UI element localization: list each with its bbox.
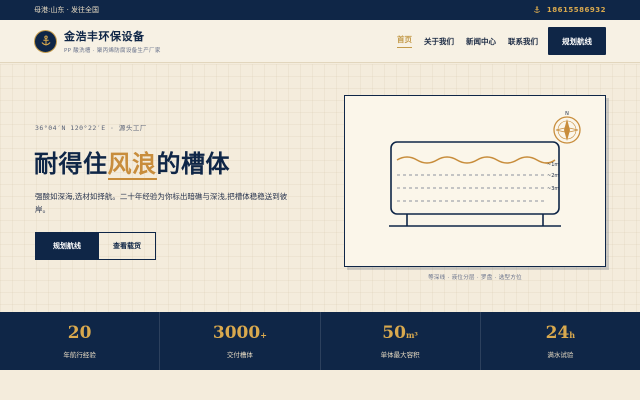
depth-label-1: ~1m xyxy=(547,162,559,168)
stat-item: 3000+ 交付槽体 xyxy=(160,312,321,370)
plan-route-button[interactable]: 规划航线 xyxy=(35,232,99,260)
footer-band xyxy=(0,370,640,400)
anchor-icon xyxy=(40,35,51,46)
stat-item: 24h 满水试验 xyxy=(481,312,640,370)
hero-section: 36°04′N 120°22′E · 源头工厂 耐得住风浪的槽体 强酸如深海,选… xyxy=(0,64,640,312)
phone-link[interactable]: 18615586932 xyxy=(533,6,606,14)
stat-label: 交付槽体 xyxy=(226,350,253,359)
brand: 金浩丰环保设备 PP 酸洗槽 · 聚丙烯防腐设备生产厂家 xyxy=(64,28,161,54)
stat-label: 单体最大容积 xyxy=(380,350,420,359)
hero-headline: 耐得住风浪的槽体 xyxy=(34,144,230,180)
brand-name[interactable]: 金浩丰环保设备 xyxy=(64,28,161,44)
coordinates-label: 36°04′N 120°22′E · 源头工厂 xyxy=(35,124,147,132)
stat-item: 20 年航行经验 xyxy=(0,312,161,370)
location-text: 母港:山东 · 发往全国 xyxy=(34,6,100,14)
brand-tagline: PP 酸洗槽 · 聚丙烯防腐设备生产厂家 xyxy=(64,48,161,54)
logo[interactable] xyxy=(34,29,57,53)
stat-value: 20 xyxy=(67,322,92,343)
site-header: 金浩丰环保设备 PP 酸洗槽 · 聚丙烯防腐设备生产厂家 首页 关于我们 新闻中… xyxy=(0,20,640,63)
hero-subtext: 强酸如深海,选材如择航。二十年经验为你标出暗礁与深浅,把槽体稳稳送到彼岸。 xyxy=(35,192,288,214)
depth-label-2: ~2m xyxy=(547,173,559,179)
tank-diagram: N ~1m ~2m ~3m xyxy=(389,111,581,227)
stat-label: 年航行经验 xyxy=(63,350,96,359)
anchor-icon xyxy=(533,6,540,13)
stat-value: 24h xyxy=(545,322,576,343)
view-cargo-button[interactable]: 查看载货 xyxy=(98,232,156,260)
nav-item-news[interactable]: 新闻中心 xyxy=(466,36,496,47)
compass-north-label: N xyxy=(565,111,569,117)
stat-value: 50m³ xyxy=(382,322,418,343)
plan-route-nav-button[interactable]: 规划航线 xyxy=(548,27,606,55)
top-bar: 母港:山东 · 发往全国 18615586932 xyxy=(0,0,640,20)
headline-post: 的槽体 xyxy=(156,149,230,178)
headline-highlight: 风浪 xyxy=(107,149,157,180)
depth-label-3: ~3m xyxy=(547,186,559,192)
nav-item-about[interactable]: 关于我们 xyxy=(424,36,454,47)
illustration-caption: 等深线 · 液位分层 · 罗盘 · 选型方位 xyxy=(428,275,522,281)
tank-illustration: N ~1m ~2m ~3m xyxy=(344,95,606,267)
stat-label: 满水试验 xyxy=(547,350,574,359)
tank-body xyxy=(390,141,560,215)
nav-item-home[interactable]: 首页 xyxy=(397,34,412,48)
stat-value: 3000+ xyxy=(212,322,267,343)
nav-item-contact[interactable]: 联系我们 xyxy=(508,36,538,47)
compass-icon: N xyxy=(553,111,581,144)
phone-number[interactable]: 18615586932 xyxy=(547,6,606,14)
main-nav: 首页 关于我们 新闻中心 联系我们 xyxy=(397,34,538,48)
stat-item: 50m³ 单体最大容积 xyxy=(321,312,481,370)
liquid-surface-wave xyxy=(396,156,556,164)
stats-band: 20 年航行经验 3000+ 交付槽体 50m³ 单体最大容积 24h 满水试验 xyxy=(0,312,640,370)
headline-pre: 耐得住 xyxy=(34,149,108,178)
